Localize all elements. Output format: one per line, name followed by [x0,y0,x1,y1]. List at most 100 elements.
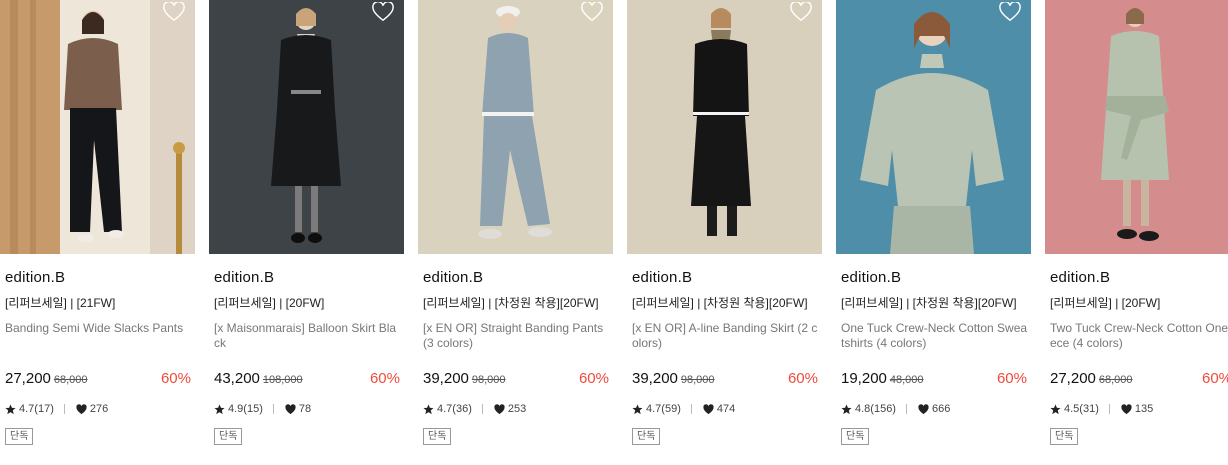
divider [481,404,483,414]
heart-icon [285,403,296,415]
exclusive-badge: 단독 [5,428,34,445]
wishlist-heart-icon[interactable] [790,2,812,22]
likes-count: 666 [931,403,951,415]
star-icon [632,403,643,415]
original-price: 48,000 [889,374,924,386]
product-name[interactable]: Banding Semi Wide Slacks Pants [5,321,193,336]
product-meta: 4.7(36) 253 [423,403,526,415]
likes-count: 78 [298,403,312,415]
wishlist-heart-icon[interactable] [999,2,1021,22]
heart-icon [918,403,929,415]
product-image[interactable] [418,0,613,254]
product-brand[interactable]: edition.B [5,269,65,286]
star-icon [1050,403,1061,415]
exclusive-badge: 단독 [632,428,661,445]
product-tags: [리퍼브세일] | [차정원 착용][20FW] [841,296,1017,310]
product-tags: [리퍼브세일] | [20FW] [1050,296,1161,310]
product-brand[interactable]: edition.B [423,269,483,286]
product-tags: [리퍼브세일] | [21FW] [5,296,116,310]
star-icon [423,403,434,415]
discount-rate: 60% [996,370,1027,387]
wishlist-heart-icon[interactable] [163,2,185,22]
product-tags: [리퍼브세일] | [차정원 착용][20FW] [423,296,599,310]
product-meta: 4.5(31) 135 [1050,403,1153,415]
likes-count: 474 [716,403,736,415]
discount-rate: 60% [1202,370,1228,387]
sale-price: 19,200 [841,370,887,387]
product-name[interactable]: [x EN OR] A-line Banding Skirt (2 colors… [632,321,820,351]
sale-price: 27,200 [5,370,51,387]
likes-count: 253 [507,403,527,415]
product-name[interactable]: [x Maisonmarais] Balloon Skirt Black [214,321,402,351]
original-price: 68,000 [1098,374,1133,386]
price-row: 27,20068,000 60% [1050,370,1228,390]
sale-price: 39,200 [632,370,678,387]
exclusive-badge: 단독 [841,428,870,445]
discount-rate: 60% [160,370,191,387]
product-meta: 4.8(156) 666 [841,403,950,415]
product-meta: 4.9(15) 78 [214,403,311,415]
exclusive-badge: 단독 [214,428,243,445]
product-grid: edition.B [리퍼브세일] | [21FW] Banding Semi … [0,0,1228,465]
product-brand[interactable]: edition.B [632,269,692,286]
product-tags: [리퍼브세일] | [차정원 착용][20FW] [632,296,808,310]
rating-text: 4.8(156) [855,403,896,415]
rating-text: 4.7(17) [19,403,54,415]
divider [1108,404,1110,414]
likes-count: 135 [1134,403,1154,415]
discount-rate: 60% [369,370,400,387]
original-price: 108,000 [262,374,303,386]
heart-icon [703,403,714,415]
sale-price: 39,200 [423,370,469,387]
product-name[interactable]: One Tuck Crew-Neck Cotton Sweatshirts (4… [841,321,1029,351]
product-image[interactable] [627,0,822,254]
product-name[interactable]: [x EN OR] Straight Banding Pants (3 colo… [423,321,611,351]
product-image[interactable] [209,0,404,254]
rating-text: 4.9(15) [228,403,263,415]
exclusive-badge: 단독 [423,428,452,445]
product-card[interactable]: edition.B [리퍼브세일] | [20FW] [x Maisonmara… [209,0,404,465]
product-card[interactable]: edition.B [리퍼브세일] | [차정원 착용][20FW] [x EN… [418,0,613,465]
star-icon [214,403,225,415]
wishlist-heart-icon[interactable] [372,2,394,22]
rating-text: 4.5(31) [1064,403,1099,415]
discount-rate: 60% [787,370,818,387]
sale-price: 43,200 [214,370,260,387]
rating-text: 4.7(36) [437,403,472,415]
sale-price: 27,200 [1050,370,1096,387]
product-name[interactable]: Two Tuck Crew-Neck Cotton Onepiece (4 co… [1050,321,1228,351]
heart-icon [1121,403,1132,415]
rating-text: 4.7(59) [646,403,681,415]
likes-count: 276 [89,403,109,415]
star-icon [841,403,852,415]
divider [272,404,274,414]
product-image[interactable] [0,0,195,254]
price-row: 39,200 98,000 60% [632,370,818,390]
price-row: 19,200 48,000 60% [841,370,1027,390]
wishlist-heart-icon[interactable] [581,2,603,22]
heart-icon [76,403,87,415]
product-image[interactable] [1045,0,1228,254]
price-row: 39,200 98,000 60% [423,370,609,390]
divider [690,404,692,414]
product-meta: 4.7(59) 474 [632,403,735,415]
original-price: 98,000 [680,374,715,386]
divider [63,404,65,414]
price-row: 27,20068,000 60% [5,370,191,390]
product-brand[interactable]: edition.B [1050,269,1110,286]
discount-rate: 60% [578,370,609,387]
original-price: 98,000 [471,374,506,386]
divider [905,404,907,414]
product-tags: [리퍼브세일] | [20FW] [214,296,325,310]
product-card[interactable]: edition.B [리퍼브세일] | [20FW] Two Tuck Crew… [1045,0,1228,465]
original-price: 68,000 [53,374,88,386]
product-card[interactable]: edition.B [리퍼브세일] | [21FW] Banding Semi … [0,0,195,465]
product-brand[interactable]: edition.B [214,269,274,286]
product-card[interactable]: edition.B [리퍼브세일] | [차정원 착용][20FW] [x EN… [627,0,822,465]
exclusive-badge: 단독 [1050,428,1079,445]
product-card[interactable]: edition.B [리퍼브세일] | [차정원 착용][20FW] One T… [836,0,1031,465]
product-image[interactable] [836,0,1031,254]
heart-icon [494,403,505,415]
star-icon [5,403,16,415]
product-brand[interactable]: edition.B [841,269,901,286]
